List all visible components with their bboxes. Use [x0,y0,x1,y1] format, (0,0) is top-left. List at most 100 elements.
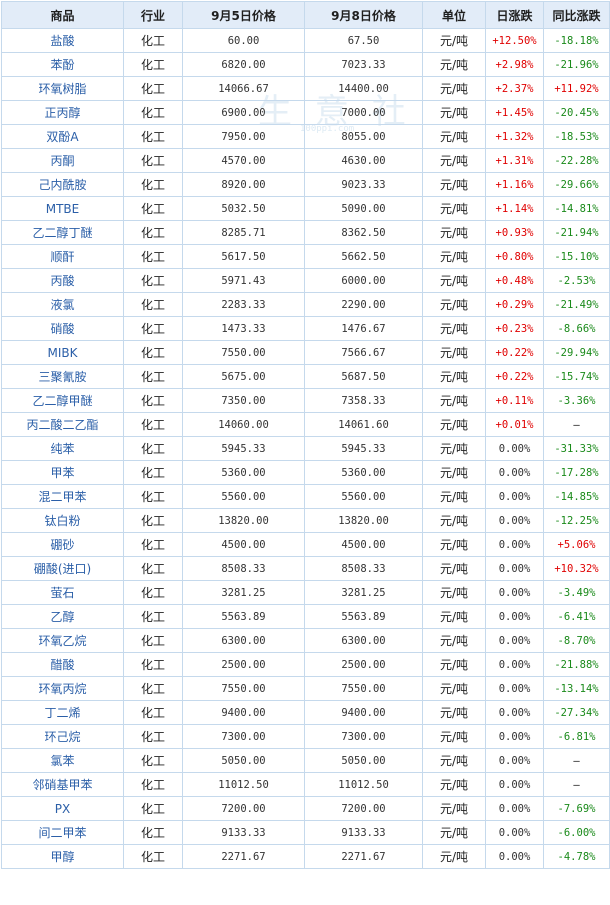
yoy-change-cell: +11.92% [543,76,610,101]
yoy-change-cell: -7.69% [543,796,610,821]
daily-change-cell: 0.00% [485,460,544,485]
price-sep5-cell: 8285.71 [182,220,305,245]
commodity-name-link[interactable]: 邻硝基甲苯 [1,772,124,797]
table-row: PX 化工 7200.00 7200.00 元/吨 0.00% -7.69% [1,796,610,821]
industry-cell: 化工 [123,340,183,365]
table-row: 丙酮 化工 4570.00 4630.00 元/吨 +1.31% -22.28% [1,148,610,173]
price-sep8-cell: 7358.33 [304,388,423,413]
price-sep8-cell: 6000.00 [304,268,423,293]
unit-cell: 元/吨 [422,772,486,797]
commodity-name-link[interactable]: 盐酸 [1,28,124,53]
unit-cell: 元/吨 [422,844,486,869]
price-sep8-cell: 13820.00 [304,508,423,533]
price-sep5-cell: 7550.00 [182,340,305,365]
commodity-name-link[interactable]: MTBE [1,196,124,221]
commodity-name-link[interactable]: 丁二烯 [1,700,124,725]
unit-cell: 元/吨 [422,556,486,581]
price-sep5-cell: 8920.00 [182,172,305,197]
commodity-name-link[interactable]: 环己烷 [1,724,124,749]
table-row: 萤石 化工 3281.25 3281.25 元/吨 0.00% -3.49% [1,580,610,605]
commodity-name-link[interactable]: 环氧乙烷 [1,628,124,653]
unit-cell: 元/吨 [422,340,486,365]
commodity-name-link[interactable]: 硼酸(进口) [1,556,124,581]
yoy-change-cell: -3.36% [543,388,610,413]
yoy-change-cell: -21.49% [543,292,610,317]
unit-cell: 元/吨 [422,532,486,557]
daily-change-cell: 0.00% [485,700,544,725]
commodity-name-link[interactable]: 顺酐 [1,244,124,269]
header-commodity[interactable]: 商品 [1,1,124,29]
header-unit[interactable]: 单位 [422,1,486,29]
commodity-name-link[interactable]: 萤石 [1,580,124,605]
daily-change-cell: +0.80% [485,244,544,269]
commodity-name-link[interactable]: 醋酸 [1,652,124,677]
daily-change-cell: +1.16% [485,172,544,197]
commodity-name-link[interactable]: 环氧树脂 [1,76,124,101]
commodity-name-link[interactable]: 硝酸 [1,316,124,341]
commodity-name-link[interactable]: 丙酮 [1,148,124,173]
commodity-name-link[interactable]: 丙酸 [1,268,124,293]
commodity-name-link[interactable]: MIBK [1,340,124,365]
price-sep5-cell: 7200.00 [182,796,305,821]
table-row: 醋酸 化工 2500.00 2500.00 元/吨 0.00% -21.88% [1,652,610,677]
commodity-name-link[interactable]: 正丙醇 [1,100,124,125]
commodity-name-link[interactable]: 甲醇 [1,844,124,869]
commodity-name-link[interactable]: 硼砂 [1,532,124,557]
commodity-name-link[interactable]: 丙二酸二乙酯 [1,412,124,437]
unit-cell: 元/吨 [422,76,486,101]
table-row: 顺酐 化工 5617.50 5662.50 元/吨 +0.80% -15.10% [1,244,610,269]
header-price-sep8[interactable]: 9月8日价格 [304,1,423,29]
table-row: 丙酸 化工 5971.43 6000.00 元/吨 +0.48% -2.53% [1,268,610,293]
commodity-name-link[interactable]: 双酚A [1,124,124,149]
price-sep5-cell: 5617.50 [182,244,305,269]
price-sep5-cell: 14060.00 [182,412,305,437]
industry-cell: 化工 [123,676,183,701]
industry-cell: 化工 [123,316,183,341]
table-row: 氯苯 化工 5050.00 5050.00 元/吨 0.00% — [1,748,610,773]
yoy-change-cell: -15.10% [543,244,610,269]
commodity-name-link[interactable]: 苯酚 [1,52,124,77]
price-sep8-cell: 5563.89 [304,604,423,629]
commodity-name-link[interactable]: 乙二醇甲醚 [1,388,124,413]
commodity-name-link[interactable]: 甲苯 [1,460,124,485]
daily-change-cell: 0.00% [485,532,544,557]
daily-change-cell: 0.00% [485,628,544,653]
commodity-name-link[interactable]: 混二甲苯 [1,484,124,509]
price-sep8-cell: 2290.00 [304,292,423,317]
daily-change-cell: +1.31% [485,148,544,173]
header-price-sep5[interactable]: 9月5日价格 [182,1,305,29]
table-body: 盐酸 化工 60.00 67.50 元/吨 +12.50% -18.18% 苯酚 化工 6820.… [1,28,610,869]
commodity-name-link[interactable]: 乙二醇丁醚 [1,220,124,245]
commodity-name-link[interactable]: 间二甲苯 [1,820,124,845]
price-sep5-cell: 13820.00 [182,508,305,533]
daily-change-cell: 0.00% [485,676,544,701]
industry-cell: 化工 [123,124,183,149]
header-yoy-change[interactable]: 同比涨跌 [543,1,610,29]
header-daily-change[interactable]: 日涨跌 [485,1,544,29]
commodity-name-link[interactable]: 三聚氰胺 [1,364,124,389]
unit-cell: 元/吨 [422,724,486,749]
commodity-name-link[interactable]: 钛白粉 [1,508,124,533]
industry-cell: 化工 [123,196,183,221]
commodity-name-link[interactable]: 乙醇 [1,604,124,629]
daily-change-cell: 0.00% [485,844,544,869]
daily-change-cell: +2.37% [485,76,544,101]
price-sep8-cell: 67.50 [304,28,423,53]
commodity-name-link[interactable]: 己内酰胺 [1,172,124,197]
yoy-change-cell: — [543,772,610,797]
commodity-name-link[interactable]: PX [1,796,124,821]
header-industry[interactable]: 行业 [123,1,183,29]
commodity-name-link[interactable]: 纯苯 [1,436,124,461]
price-sep5-cell: 6300.00 [182,628,305,653]
commodity-name-link[interactable]: 氯苯 [1,748,124,773]
commodity-name-link[interactable]: 液氯 [1,292,124,317]
industry-cell: 化工 [123,172,183,197]
table-row: 间二甲苯 化工 9133.33 9133.33 元/吨 0.00% -6.00% [1,820,610,845]
price-sep8-cell: 5560.00 [304,484,423,509]
price-sep8-cell: 1476.67 [304,316,423,341]
unit-cell: 元/吨 [422,364,486,389]
industry-cell: 化工 [123,412,183,437]
commodity-name-link[interactable]: 环氧丙烷 [1,676,124,701]
daily-change-cell: +1.45% [485,100,544,125]
industry-cell: 化工 [123,244,183,269]
